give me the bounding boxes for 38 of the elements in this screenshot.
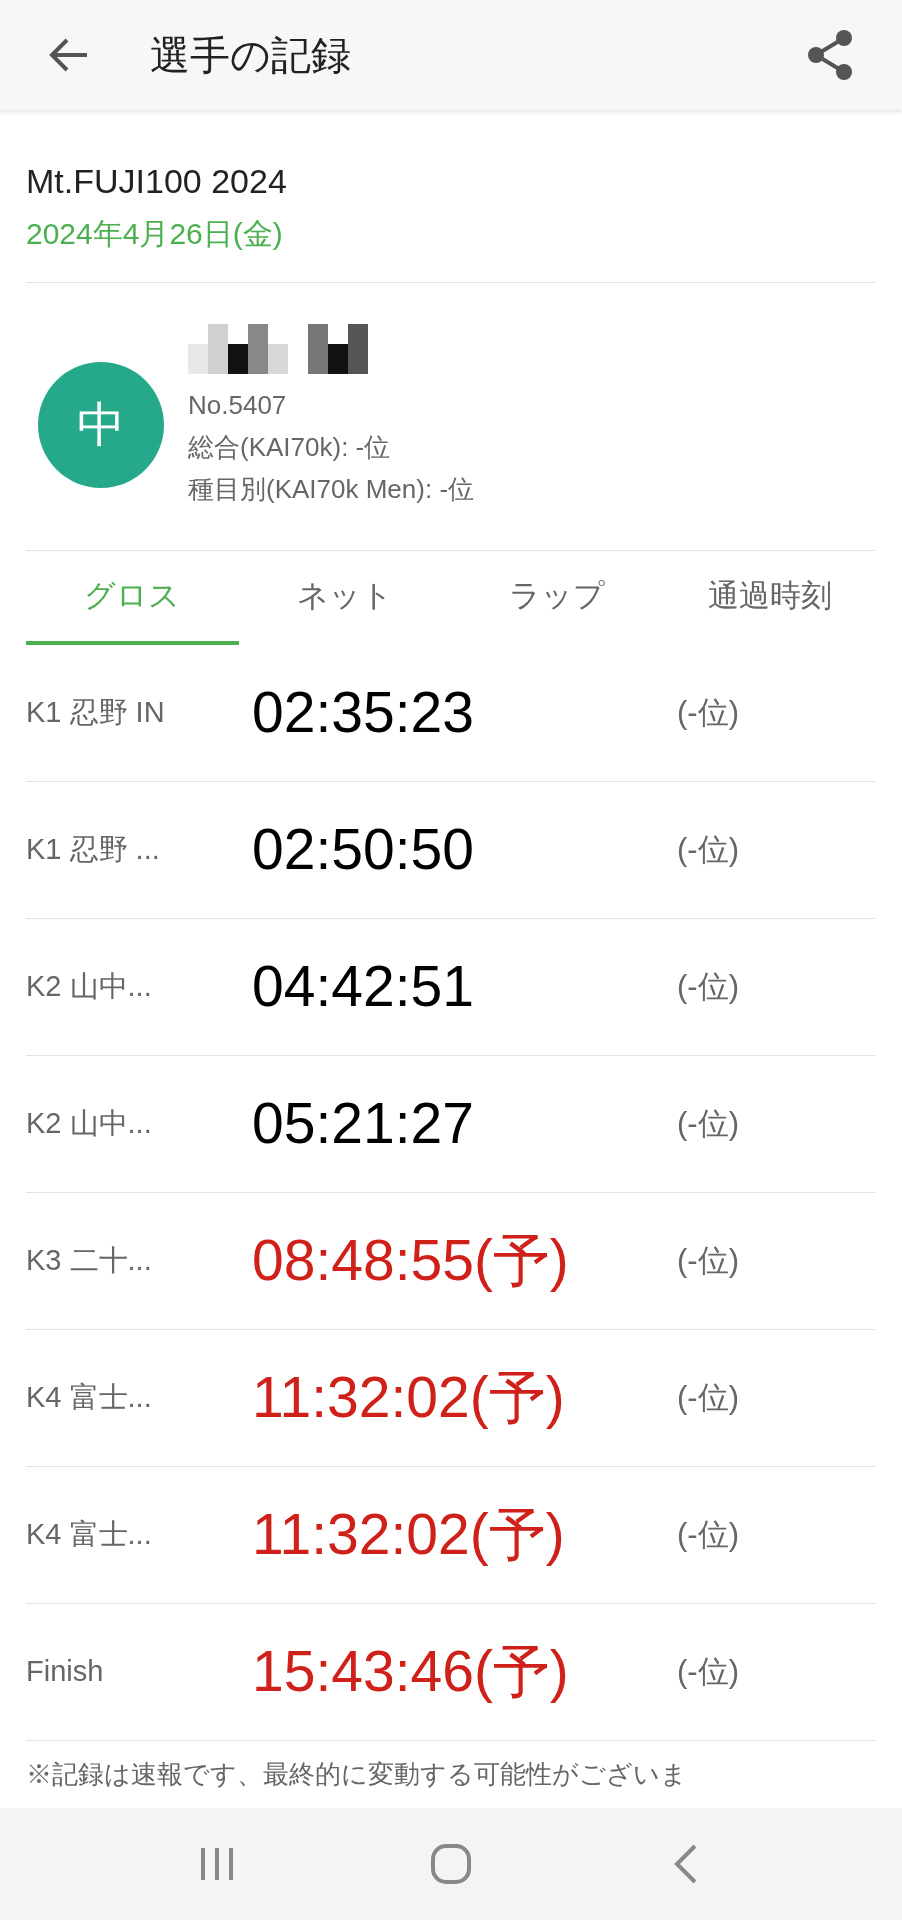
checkpoint-name: K1 忍野 ... <box>26 832 161 868</box>
disclaimer-text: ※記録は速報です、最終的に変動する可能性がございま <box>26 1758 688 1791</box>
tab[interactable]: ラップ <box>451 551 664 645</box>
split-rank: (-位) <box>677 1378 739 1417</box>
split-rank: (-位) <box>677 1241 739 1280</box>
split-rank: (-位) <box>677 830 739 869</box>
bib-number: No.5407 <box>188 388 288 422</box>
split-rank: (-位) <box>677 1652 739 1691</box>
split-rank: (-位) <box>677 1515 739 1554</box>
checkpoint-name: K4 富士... <box>26 1380 153 1416</box>
back-arrow-icon <box>49 37 89 73</box>
checkpoint-name: K2 山中... <box>26 1106 153 1142</box>
tab[interactable]: 通過時刻 <box>663 551 876 645</box>
split-time: 05:21:27 <box>252 1090 475 1158</box>
avatar: 中 <box>38 361 164 488</box>
checkpoint-name: Finish <box>26 1654 105 1690</box>
split-time: 08:48:55(予) <box>252 1227 570 1295</box>
checkpoint-name: K1 忍野 IN <box>26 695 166 731</box>
page-title: 選手の記録 <box>150 32 351 79</box>
home-icon <box>429 1842 473 1886</box>
split-time: 15:43:46(予) <box>252 1638 570 1706</box>
checkpoint-name: K4 富士... <box>26 1517 153 1553</box>
overall-rank: 総合(KAI70k): -位 <box>188 430 392 464</box>
split-rank: (-位) <box>677 967 739 1006</box>
split-time: 11:32:02(予) <box>252 1501 566 1569</box>
tab[interactable]: ネット <box>238 551 451 645</box>
checkpoint-name: K3 二十... <box>26 1243 153 1279</box>
split-time: 11:32:02(予) <box>252 1364 566 1432</box>
category-rank: 種目別(KAI70k Men): -位 <box>188 472 475 506</box>
share-icon <box>806 29 854 81</box>
split-time: 02:50:50 <box>252 816 475 884</box>
split-rank: (-位) <box>677 693 739 732</box>
split-time: 04:42:51 <box>252 953 475 1021</box>
checkpoint-name: K2 山中... <box>26 969 153 1005</box>
event-name: Mt.FUJI100 2024 <box>26 161 288 202</box>
split-rank: (-位) <box>677 1104 739 1143</box>
event-date: 2024年4月26日(金) <box>26 216 284 252</box>
split-time: 02:35:23 <box>252 679 475 747</box>
